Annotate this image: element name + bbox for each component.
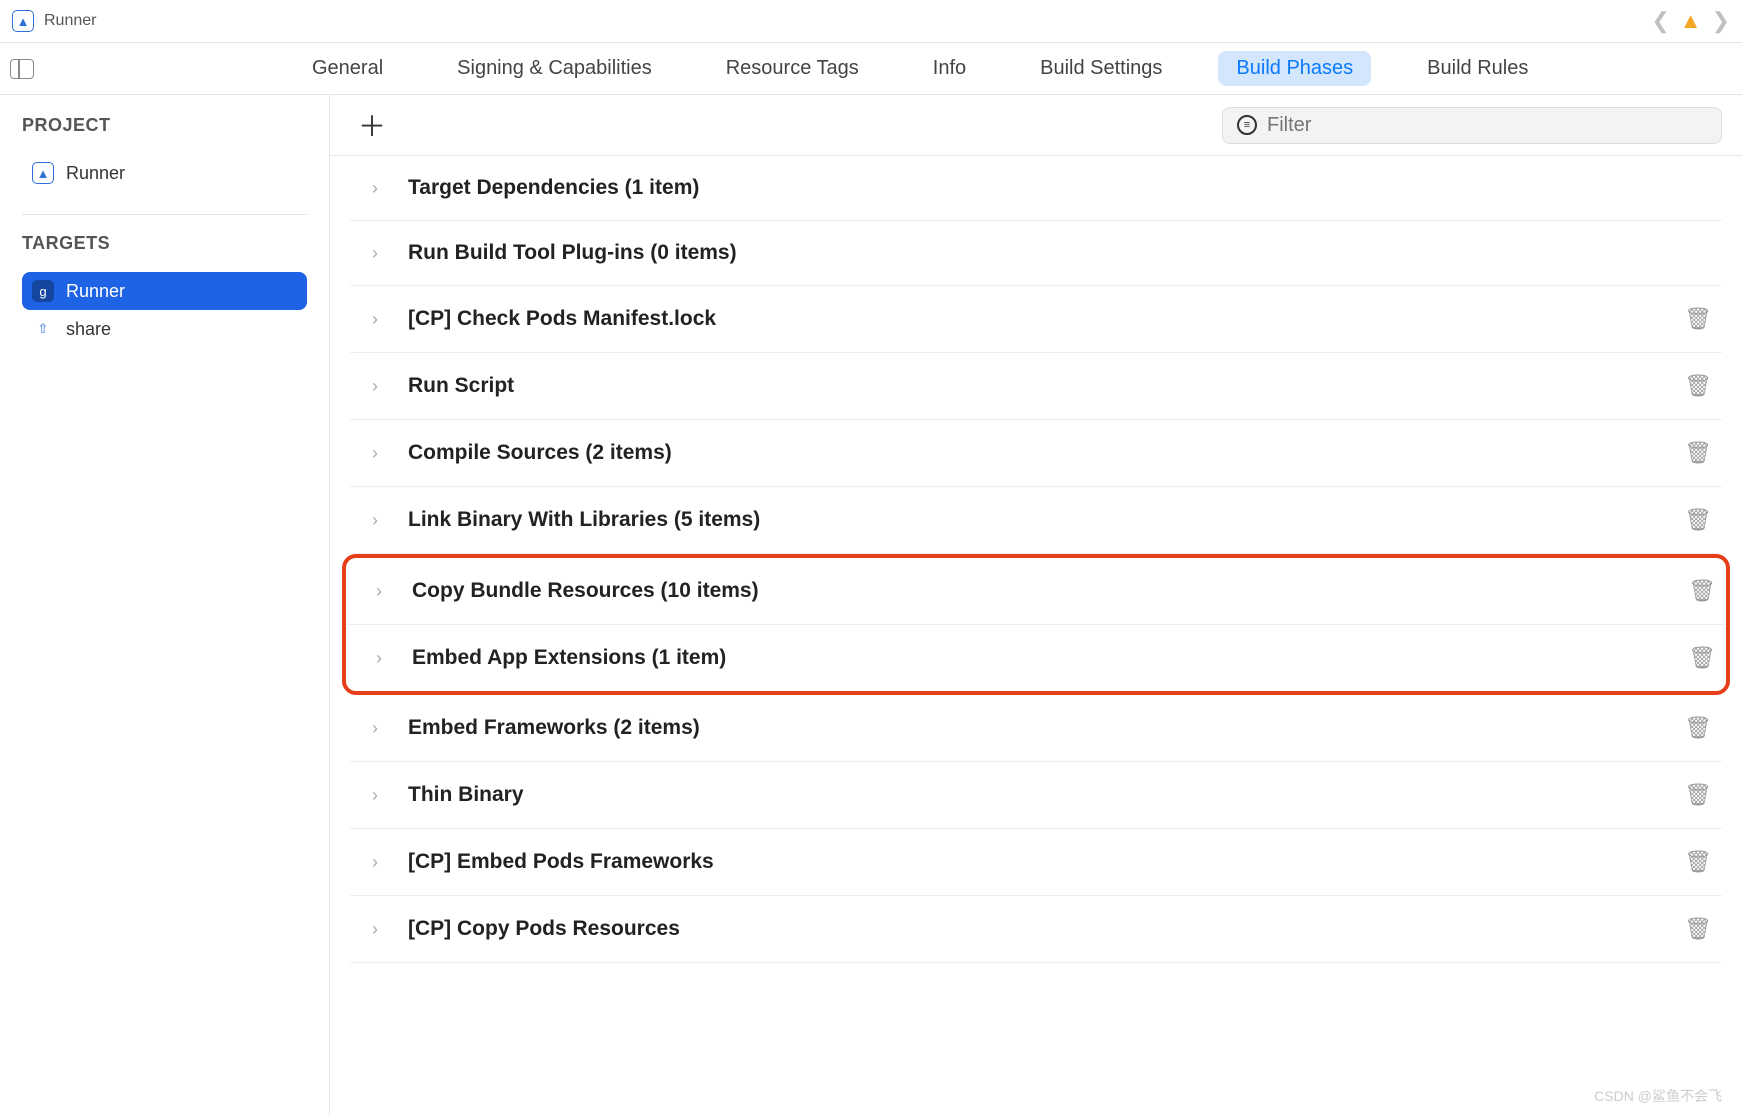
app-icon: ▲ (12, 10, 34, 32)
target-item-label: share (66, 319, 111, 340)
tab-build-phases[interactable]: Build Phases (1218, 51, 1371, 86)
phase-row[interactable]: › [CP] Copy Pods Resources🗑 (350, 896, 1722, 963)
chevron-right-icon[interactable]: › (372, 785, 386, 806)
chevron-right-icon[interactable]: › (372, 852, 386, 873)
phase-title: Compile Sources (2 items) (408, 441, 1684, 465)
warning-icon[interactable]: ▲ (1680, 8, 1702, 34)
phase-title: Run Script (408, 374, 1684, 398)
trash-icon[interactable]: 🗑 (1684, 440, 1712, 466)
trash-icon[interactable]: 🗑 (1688, 645, 1716, 671)
chevron-right-icon[interactable]: › (372, 309, 386, 330)
titlebar-nav: ❮ ▲ ❯ (1651, 8, 1730, 34)
phase-row[interactable]: › [CP] Embed Pods Frameworks🗑 (350, 829, 1722, 896)
highlighted-group: ›Copy Bundle Resources (10 items)🗑›Embed… (342, 554, 1730, 695)
phase-title: Embed App Extensions (1 item) (412, 646, 1688, 670)
chevron-right-icon[interactable]: › (376, 581, 390, 602)
sidebar: PROJECT ▲ Runner TARGETS g Runner ⇧ share (0, 95, 330, 1115)
trash-icon[interactable]: 🗑 (1684, 306, 1712, 332)
tab-build-settings[interactable]: Build Settings (1022, 51, 1180, 86)
phase-title: Run Build Tool Plug-ins (0 items) (408, 241, 1712, 265)
target-app-icon: g (32, 280, 54, 302)
titlebar-left: ▲ Runner (12, 10, 96, 32)
tab-info[interactable]: Info (915, 51, 984, 86)
phase-row[interactable]: › Embed App Extensions (1 item)🗑 (346, 625, 1726, 691)
phase-title: Target Dependencies (1 item) (408, 176, 1712, 200)
chevron-right-icon[interactable]: › (376, 648, 390, 669)
upload-icon: ⇧ (32, 318, 54, 340)
nav-forward-icon[interactable]: ❯ (1712, 8, 1730, 34)
phase-title: [CP] Copy Pods Resources (408, 917, 1684, 941)
filter-box[interactable]: ≡ (1222, 107, 1722, 144)
filter-icon: ≡ (1237, 115, 1257, 135)
titlebar-title: Runner (44, 12, 96, 30)
phase-row[interactable]: › Thin Binary🗑 (350, 762, 1722, 829)
trash-icon[interactable]: 🗑 (1684, 782, 1712, 808)
chevron-right-icon[interactable]: › (372, 243, 386, 264)
trash-icon[interactable]: 🗑 (1684, 373, 1712, 399)
phase-row[interactable]: › Copy Bundle Resources (10 items)🗑 (346, 558, 1726, 625)
phase-title: Link Binary With Libraries (5 items) (408, 508, 1684, 532)
phase-row[interactable]: › Run Build Tool Plug-ins (0 items) (350, 221, 1722, 286)
filter-input[interactable] (1267, 114, 1707, 137)
content: ＋ ≡ › Target Dependencies (1 item) › Run Bu… (330, 95, 1742, 1115)
body: PROJECT ▲ Runner TARGETS g Runner ⇧ share ＋… (0, 95, 1742, 1115)
tab-general[interactable]: General (294, 51, 401, 86)
tabs: General Signing & Capabilities Resource Ta… (294, 51, 1546, 86)
phase-row[interactable]: › Run Script🗑 (350, 353, 1722, 420)
titlebar: ▲ Runner ❮ ▲ ❯ (0, 0, 1742, 43)
phase-title: [CP] Embed Pods Frameworks (408, 850, 1684, 874)
project-item-runner[interactable]: ▲ Runner (22, 154, 307, 192)
target-item-label: Runner (66, 281, 125, 302)
chevron-right-icon[interactable]: › (372, 376, 386, 397)
trash-icon[interactable]: 🗑 (1684, 849, 1712, 875)
phase-title: Copy Bundle Resources (10 items) (412, 579, 1688, 603)
phase-row[interactable]: › [CP] Check Pods Manifest.lock🗑 (350, 286, 1722, 353)
chevron-right-icon[interactable]: › (372, 443, 386, 464)
chevron-right-icon[interactable]: › (372, 919, 386, 940)
chevron-right-icon[interactable]: › (372, 718, 386, 739)
chevron-right-icon[interactable]: › (372, 178, 386, 199)
phase-title: Thin Binary (408, 783, 1684, 807)
chevron-right-icon[interactable]: › (372, 510, 386, 531)
trash-icon[interactable]: 🗑 (1688, 578, 1716, 604)
target-item-runner[interactable]: g Runner (22, 272, 307, 310)
targets-section-label: TARGETS (22, 233, 307, 254)
phase-row[interactable]: › Link Binary With Libraries (5 items)🗑 (350, 487, 1722, 554)
trash-icon[interactable]: 🗑 (1684, 916, 1712, 942)
tab-resource-tags[interactable]: Resource Tags (708, 51, 877, 86)
target-item-share[interactable]: ⇧ share (22, 310, 307, 348)
nav-back-icon[interactable]: ❮ (1651, 8, 1669, 34)
phase-row[interactable]: › Target Dependencies (1 item) (350, 156, 1722, 221)
watermark: CSDN @鲨鱼不会飞 (1594, 1086, 1722, 1106)
project-icon: ▲ (32, 162, 54, 184)
trash-icon[interactable]: 🗑 (1684, 715, 1712, 741)
trash-icon[interactable]: 🗑 (1684, 507, 1712, 533)
project-section-label: PROJECT (22, 115, 307, 136)
panel-toggle-icon[interactable] (10, 59, 34, 79)
tab-signing-capabilities[interactable]: Signing & Capabilities (439, 51, 670, 86)
phase-row[interactable]: › Compile Sources (2 items)🗑 (350, 420, 1722, 487)
header: General Signing & Capabilities Resource Ta… (0, 43, 1742, 95)
add-phase-button[interactable]: ＋ (358, 105, 386, 145)
tab-build-rules[interactable]: Build Rules (1409, 51, 1546, 86)
sidebar-divider (22, 214, 307, 215)
toolbar: ＋ ≡ (330, 95, 1742, 156)
project-item-label: Runner (66, 163, 125, 184)
phase-title: Embed Frameworks (2 items) (408, 716, 1684, 740)
phase-row[interactable]: › Embed Frameworks (2 items)🗑 (350, 695, 1722, 762)
phase-list: › Target Dependencies (1 item) › Run Build … (330, 156, 1742, 963)
phase-title: [CP] Check Pods Manifest.lock (408, 307, 1684, 331)
